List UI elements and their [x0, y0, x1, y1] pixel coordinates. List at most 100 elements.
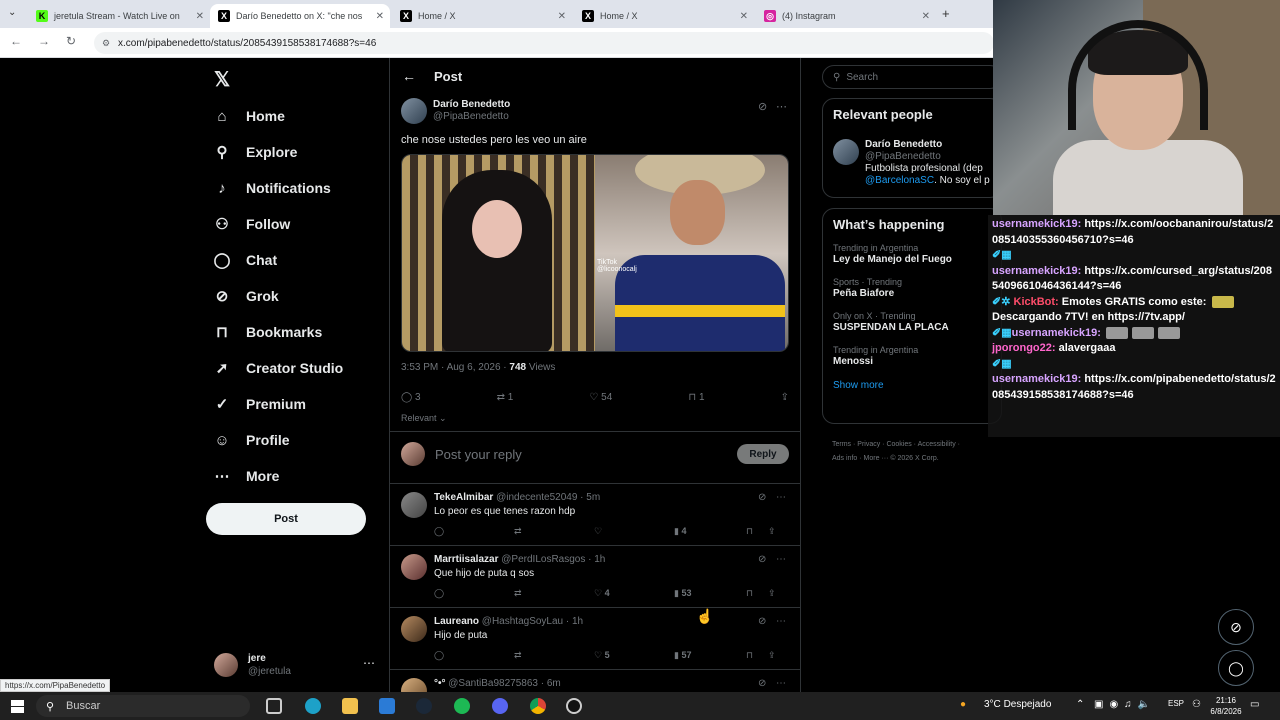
author-name[interactable]: Darío Benedetto	[433, 99, 510, 111]
reply-input[interactable]: Post your reply	[435, 447, 522, 462]
repost-action[interactable]: ⇄ 1	[497, 392, 514, 403]
tab-instagram[interactable]: ◎ (4) Instagram ✕	[756, 4, 936, 28]
reply-icon[interactable]: ◯	[434, 588, 444, 599]
views-icon[interactable]: ▮ 53	[674, 588, 691, 599]
sidebar-item-more[interactable]: ⋯ More	[212, 458, 343, 494]
grok-icon[interactable]: ⊘	[758, 678, 766, 689]
tray-icons[interactable]: ▣◉♫🔈	[1094, 699, 1156, 710]
close-icon[interactable]: ✕	[922, 11, 930, 22]
close-icon[interactable]: ✕	[376, 11, 384, 22]
sidebar-item-profile[interactable]: ☺ Profile	[212, 422, 343, 458]
spotify-icon[interactable]	[454, 698, 470, 714]
avatar[interactable]	[401, 98, 427, 124]
sidebar-item-premium[interactable]: ✓ Premium	[212, 386, 343, 422]
tab-kick[interactable]: K jeretula Stream - Watch Live on ✕	[28, 4, 210, 28]
site-settings-icon[interactable]: ⚙	[102, 38, 110, 49]
bookmark-icon[interactable]: ⊓	[746, 650, 753, 661]
sidebar-item-follow[interactable]: ⚇ Follow	[212, 206, 343, 242]
close-icon[interactable]: ✕	[196, 11, 204, 22]
reply-icon[interactable]: ◯	[434, 650, 444, 661]
bookmark-icon[interactable]: ⊓	[746, 526, 753, 537]
post-button[interactable]: Post	[206, 503, 366, 535]
tab-x-home-2[interactable]: X Home / X ✕	[574, 4, 754, 28]
trend-item[interactable]: Only on X · Trending SUSPENDAN LA PLACA	[833, 310, 1001, 334]
account-switcher[interactable]: jere @jeretula	[214, 652, 291, 678]
network-icon[interactable]: ⚇	[1192, 699, 1201, 710]
views-icon[interactable]: ▮ 57	[674, 650, 691, 661]
url-input[interactable]: ⚙ x.com/pipabenedetto/status/20854391585…	[94, 32, 994, 54]
account-more-icon[interactable]: ⋯	[363, 656, 375, 670]
tray-chevron-icon[interactable]: ⌃	[1076, 699, 1084, 710]
bookmark-action[interactable]: ⊓ 1	[688, 392, 704, 403]
store-icon[interactable]	[379, 698, 395, 714]
tab-list-icon[interactable]: ⌄	[8, 7, 16, 18]
share-icon[interactable]: ⇪	[768, 526, 776, 537]
messages-fab-button[interactable]: ◯	[1218, 650, 1254, 686]
sidebar-item-explore[interactable]: ⚲ Explore	[212, 134, 343, 170]
windows-start-icon[interactable]	[11, 700, 24, 713]
more-icon[interactable]: ⋯	[776, 100, 787, 113]
reply-action[interactable]: ◯ 3	[401, 392, 421, 403]
more-icon[interactable]: ⋯	[776, 492, 786, 503]
tab-x-home[interactable]: X Home / X ✕	[392, 4, 572, 28]
reply-item[interactable]: TekeAlmibar @indecente52049 · 5m ⊘ ⋯ Lo …	[390, 484, 800, 546]
post-author[interactable]: Darío Benedetto @PipaBenedetto	[401, 98, 510, 124]
post-media[interactable]: TikTok @licoonocalj	[401, 154, 789, 352]
task-view-icon[interactable]	[266, 698, 282, 714]
search-input[interactable]: ⚲ Search	[822, 65, 1002, 89]
share-icon[interactable]: ⇪	[781, 392, 789, 403]
bookmark-icon[interactable]: ⊓	[746, 588, 753, 599]
photo-woman[interactable]	[402, 155, 595, 351]
forward-icon[interactable]: →	[38, 34, 50, 48]
tab-x-post[interactable]: X Darío Benedetto on X: "che nos ✕	[210, 4, 390, 28]
share-icon[interactable]: ⇪	[768, 588, 776, 599]
avatar[interactable]	[401, 492, 427, 518]
sidebar-item-chat[interactable]: ◯ Chat	[212, 242, 343, 278]
edge-icon[interactable]	[305, 698, 321, 714]
taskbar-search[interactable]: ⚲ Buscar	[36, 695, 250, 717]
close-icon[interactable]: ✕	[558, 11, 566, 22]
sidebar-item-creator-studio[interactable]: ➚ Creator Studio	[212, 350, 344, 386]
notification-icon[interactable]: ▭	[1250, 699, 1259, 710]
reply-button[interactable]: Reply	[737, 444, 789, 464]
reply-icon[interactable]: ◯	[434, 526, 444, 537]
sidebar-item-bookmarks[interactable]: ⊓ Bookmarks	[212, 314, 343, 350]
photo-boca-jersey[interactable]: TikTok @licoonocalj	[595, 155, 788, 351]
language-indicator[interactable]: ESP	[1168, 699, 1184, 708]
chrome-icon[interactable]	[530, 698, 546, 714]
grok-icon[interactable]: ⊘	[758, 616, 766, 627]
avatar[interactable]	[401, 554, 427, 580]
grok-icon[interactable]: ⊘	[758, 100, 767, 113]
trend-item[interactable]: Trending in Argentina Menossi	[833, 344, 1001, 368]
more-icon[interactable]: ⋯	[776, 616, 786, 627]
heart-icon[interactable]: ♡ 5	[594, 650, 610, 661]
relevant-person[interactable]: Darío Benedetto @PipaBenedetto Futbolist…	[833, 139, 990, 187]
reply-sort[interactable]: Relevant ⌄	[401, 413, 447, 424]
grok-icon[interactable]: ⊘	[758, 554, 766, 565]
reply-item[interactable]: Laureano @HashtagSoyLau · 1h ⊘ ⋯ Hijo de…	[390, 608, 800, 670]
close-icon[interactable]: ✕	[740, 11, 748, 22]
repost-icon[interactable]: ⇄	[514, 650, 522, 661]
steam-icon[interactable]	[416, 698, 432, 714]
avatar[interactable]	[833, 139, 859, 165]
new-tab-button[interactable]: +	[942, 6, 950, 21]
bio-link[interactable]: @BarcelonaSC	[865, 175, 934, 186]
sidebar-item-notifications[interactable]: ♪ Notifications	[212, 170, 343, 206]
back-icon[interactable]: ←	[10, 34, 22, 48]
heart-icon[interactable]: ♡	[594, 526, 602, 537]
trend-item[interactable]: Sports · Trending Peña Biafore	[833, 276, 1001, 300]
back-arrow-icon[interactable]: ←	[402, 68, 416, 84]
file-explorer-icon[interactable]	[342, 698, 358, 714]
sidebar-item-grok[interactable]: ⊘ Grok	[212, 278, 343, 314]
views-icon[interactable]: ▮ 4	[674, 526, 686, 537]
grok-fab-button[interactable]: ⊘	[1218, 609, 1254, 645]
more-icon[interactable]: ⋯	[776, 554, 786, 565]
grok-icon[interactable]: ⊘	[758, 492, 766, 503]
repost-icon[interactable]: ⇄	[514, 526, 522, 537]
more-icon[interactable]: ⋯	[776, 678, 786, 689]
discord-icon[interactable]	[492, 698, 508, 714]
reply-item[interactable]: Marrtiisalazar @PerdILosRasgos · 1h ⊘ ⋯ …	[390, 546, 800, 608]
show-more-link[interactable]: Show more	[833, 380, 1001, 391]
x-logo-icon[interactable]: 𝕏	[214, 67, 230, 92]
repost-icon[interactable]: ⇄	[514, 588, 522, 599]
